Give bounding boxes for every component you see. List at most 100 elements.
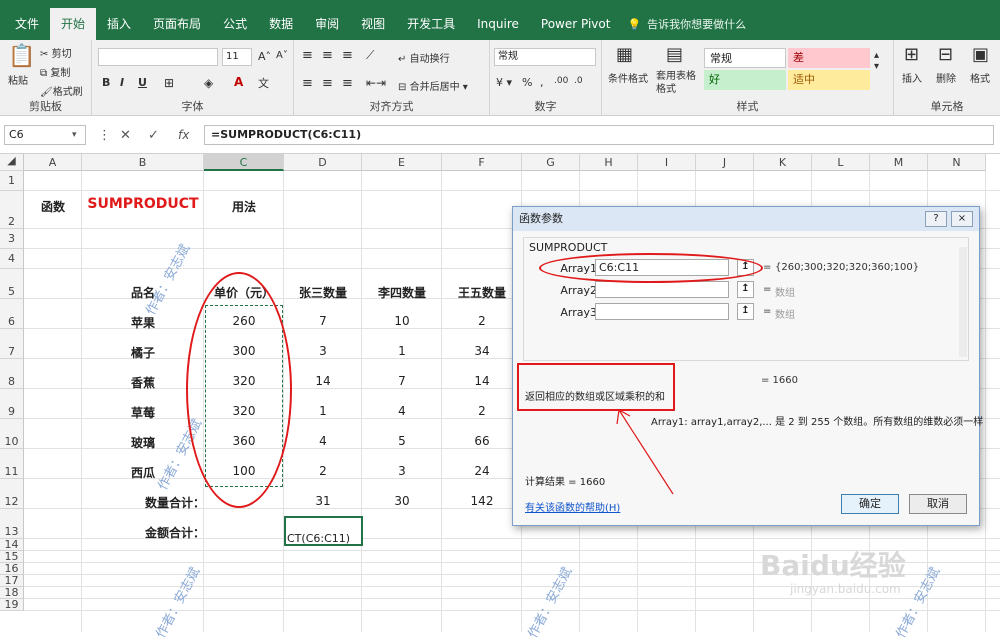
font-name-combo[interactable]: [98, 48, 218, 66]
align-right-icon[interactable]: ≡: [342, 76, 353, 91]
name-box-dropdown-icon[interactable]: ▾: [72, 130, 77, 140]
tab-review[interactable]: 审阅: [304, 8, 350, 40]
grow-font-button[interactable]: A˄: [258, 50, 271, 63]
row-header[interactable]: 3: [0, 229, 24, 249]
table-format-icon[interactable]: ▤: [666, 44, 683, 65]
row-header[interactable]: 19: [0, 599, 24, 611]
conditional-format-button[interactable]: 条件格式: [608, 70, 648, 85]
column-header[interactable]: G: [522, 154, 580, 171]
row-header[interactable]: 5: [0, 269, 24, 299]
item-ls-cell[interactable]: 4: [362, 404, 442, 418]
item-name-cell[interactable]: 苹果: [82, 314, 204, 331]
border-icon[interactable]: ⊞: [164, 76, 174, 90]
row-header[interactable]: 2: [0, 191, 24, 229]
item-zs-cell[interactable]: 1: [284, 404, 362, 418]
qty-total-zs-cell[interactable]: 31: [284, 494, 362, 508]
format-cells-button[interactable]: 格式: [970, 70, 990, 85]
percent-icon[interactable]: %: [522, 76, 532, 89]
decrease-decimal-icon[interactable]: .0: [574, 76, 583, 86]
column-header[interactable]: E: [362, 154, 442, 171]
copy-button[interactable]: ⧉ 复制: [40, 64, 70, 79]
item-name-cell[interactable]: 玻璃: [82, 434, 204, 451]
arg3-input[interactable]: [595, 303, 729, 320]
insert-cells-button[interactable]: 插入: [902, 70, 922, 85]
column-header[interactable]: B: [82, 154, 204, 171]
arg3-collapse-button[interactable]: ↥: [737, 303, 754, 320]
row-header[interactable]: 8: [0, 359, 24, 389]
func-label-cell[interactable]: 函数: [24, 198, 82, 215]
font-color-icon[interactable]: A: [234, 75, 243, 89]
column-header[interactable]: F: [442, 154, 522, 171]
align-center-icon[interactable]: ≡: [322, 76, 333, 91]
column-header[interactable]: H: [580, 154, 638, 171]
format-cells-icon[interactable]: ▣: [972, 44, 989, 65]
tab-developer[interactable]: 开发工具: [396, 8, 466, 40]
insert-cells-icon[interactable]: ⊞: [904, 44, 919, 65]
arg2-collapse-button[interactable]: ↥: [737, 281, 754, 298]
active-cell-editor[interactable]: CT(C6:C11): [284, 516, 363, 546]
paste-icon[interactable]: 📋: [8, 44, 35, 69]
format-painter-button[interactable]: 🖌格式刷: [40, 83, 83, 98]
merge-center-button[interactable]: ⊟ 合并后居中 ▾: [398, 78, 468, 93]
tab-power-pivot[interactable]: Power Pivot: [530, 8, 622, 40]
item-zs-cell[interactable]: 2: [284, 464, 362, 478]
style-bad[interactable]: 差: [788, 48, 870, 68]
header-name-cell[interactable]: 品名: [82, 284, 204, 301]
row-header[interactable]: 13: [0, 509, 24, 539]
select-all-corner[interactable]: ◢: [0, 154, 24, 171]
styles-scroll-icon[interactable]: ▴ ▾: [874, 50, 879, 72]
tab-view[interactable]: 视图: [350, 8, 396, 40]
tab-page-layout[interactable]: 页面布局: [142, 8, 212, 40]
increase-decimal-icon[interactable]: .00: [554, 76, 568, 86]
wrap-text-button[interactable]: ↵ 自动换行: [398, 50, 450, 65]
column-header[interactable]: K: [754, 154, 812, 171]
row-header[interactable]: 1: [0, 171, 24, 191]
column-header[interactable]: L: [812, 154, 870, 171]
function-help-link[interactable]: 有关该函数的帮助(H): [525, 499, 620, 514]
column-header[interactable]: M: [870, 154, 928, 171]
bold-button[interactable]: B: [102, 76, 110, 89]
dialog-close-button[interactable]: ×: [951, 211, 973, 227]
row-header[interactable]: 6: [0, 299, 24, 329]
delete-cells-button[interactable]: 删除: [936, 70, 956, 85]
column-header[interactable]: A: [24, 154, 82, 171]
column-header[interactable]: N: [928, 154, 986, 171]
item-ww-cell[interactable]: 14: [442, 374, 522, 388]
item-zs-cell[interactable]: 14: [284, 374, 362, 388]
row-header[interactable]: 11: [0, 449, 24, 479]
header-ww-cell[interactable]: 王五数量: [442, 284, 522, 301]
underline-button[interactable]: U: [138, 76, 147, 89]
arg2-input[interactable]: [595, 281, 729, 298]
italic-button[interactable]: I: [120, 76, 124, 89]
row-header[interactable]: 10: [0, 419, 24, 449]
item-ww-cell[interactable]: 2: [442, 404, 522, 418]
item-ww-cell[interactable]: 66: [442, 434, 522, 448]
conditional-format-icon[interactable]: ▦: [616, 44, 633, 65]
item-zs-cell[interactable]: 3: [284, 344, 362, 358]
orientation-icon[interactable]: ⟋: [366, 48, 374, 63]
fill-color-icon[interactable]: ◈: [204, 76, 213, 90]
column-header[interactable]: D: [284, 154, 362, 171]
item-ls-cell[interactable]: 5: [362, 434, 442, 448]
usage-label-cell[interactable]: 用法: [204, 198, 284, 215]
item-zs-cell[interactable]: 7: [284, 314, 362, 328]
shrink-font-button[interactable]: A˅: [276, 50, 288, 61]
delete-cells-icon[interactable]: ⊟: [938, 44, 953, 65]
item-ww-cell[interactable]: 34: [442, 344, 522, 358]
row-header[interactable]: 4: [0, 249, 24, 269]
item-zs-cell[interactable]: 4: [284, 434, 362, 448]
tell-me-input[interactable]: 告诉我你想要做什么: [647, 16, 746, 32]
qty-total-ww-cell[interactable]: 142: [442, 494, 522, 508]
item-ls-cell[interactable]: 1: [362, 344, 442, 358]
ok-button[interactable]: 确定: [841, 494, 899, 514]
column-header[interactable]: J: [696, 154, 754, 171]
tab-formulas[interactable]: 公式: [212, 8, 258, 40]
indent-icon[interactable]: ⇤⇥: [366, 76, 386, 90]
style-good[interactable]: 好: [704, 70, 786, 90]
tab-home[interactable]: 开始: [50, 8, 97, 40]
number-format-combo[interactable]: 常规: [494, 48, 596, 66]
align-top-icon[interactable]: ≡: [302, 48, 313, 63]
column-header[interactable]: C: [204, 154, 284, 171]
row-header[interactable]: 7: [0, 329, 24, 359]
cut-button[interactable]: ✂ 剪切: [40, 45, 72, 60]
